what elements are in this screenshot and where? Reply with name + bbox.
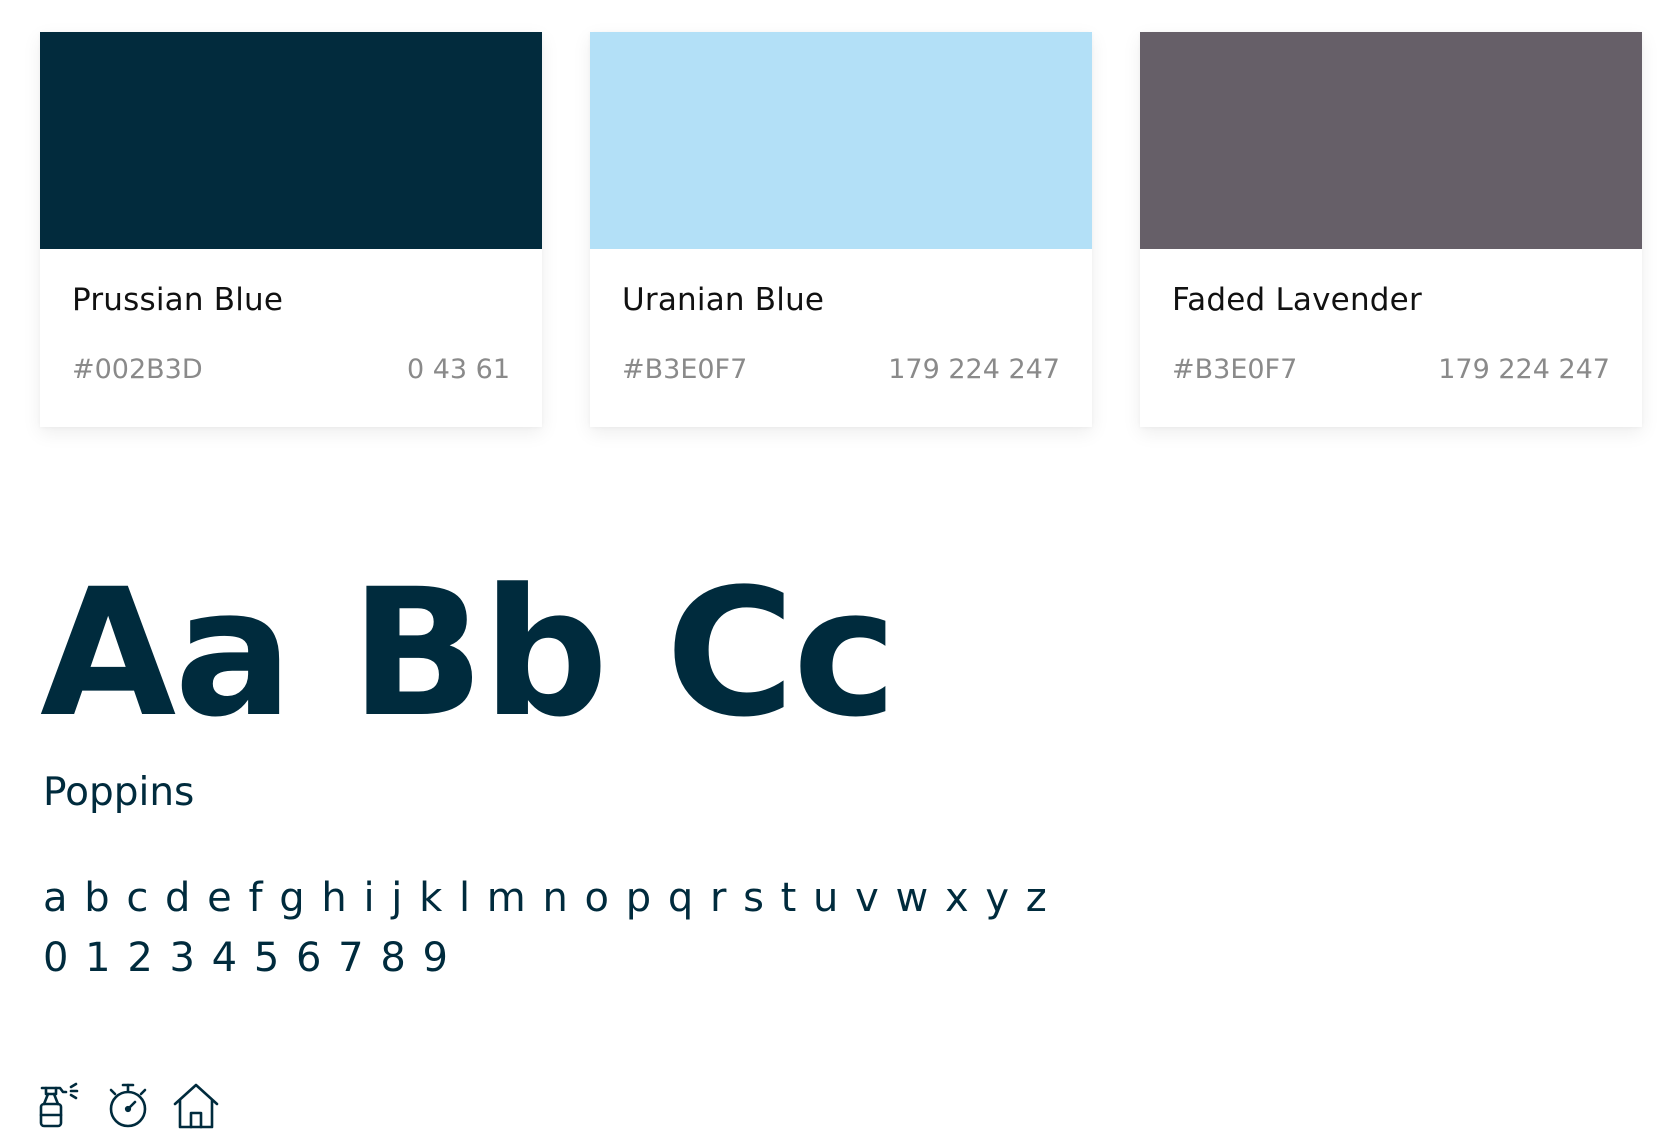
color-name: Uranian Blue [622, 282, 825, 318]
color-swatch [40, 32, 542, 249]
color-name: Prussian Blue [72, 282, 284, 318]
font-name: Poppins [43, 770, 195, 815]
stopwatch-icon [104, 1082, 152, 1130]
color-card-prussian-blue: Prussian Blue #002B3D 0 43 61 [40, 32, 542, 427]
color-rgb: 179 224 247 [888, 354, 1060, 385]
home-icon [172, 1082, 220, 1130]
color-card-faded-lavender: Faded Lavender #B3E0F7 179 224 247 [1140, 32, 1642, 427]
digits-sample: 0 1 2 3 4 5 6 7 8 9 [43, 935, 449, 981]
color-palette: Prussian Blue #002B3D 0 43 61 Uranian Bl… [40, 32, 1642, 427]
type-specimen: Aa Bb Cc [40, 551, 897, 756]
color-swatch [1140, 32, 1642, 249]
alphabet-sample: a b c d e f g h i j k l m n o p q r s t … [43, 875, 1048, 921]
spray-bottle-icon [36, 1082, 84, 1130]
color-swatch [590, 32, 1092, 249]
color-hex: #002B3D [72, 354, 203, 385]
color-rgb: 0 43 61 [406, 354, 510, 385]
color-hex: #B3E0F7 [1172, 354, 1298, 385]
icon-set [36, 1082, 220, 1130]
color-hex: #B3E0F7 [622, 354, 748, 385]
color-rgb: 179 224 247 [1438, 354, 1610, 385]
color-card-uranian-blue: Uranian Blue #B3E0F7 179 224 247 [590, 32, 1092, 427]
color-name: Faded Lavender [1172, 282, 1422, 318]
